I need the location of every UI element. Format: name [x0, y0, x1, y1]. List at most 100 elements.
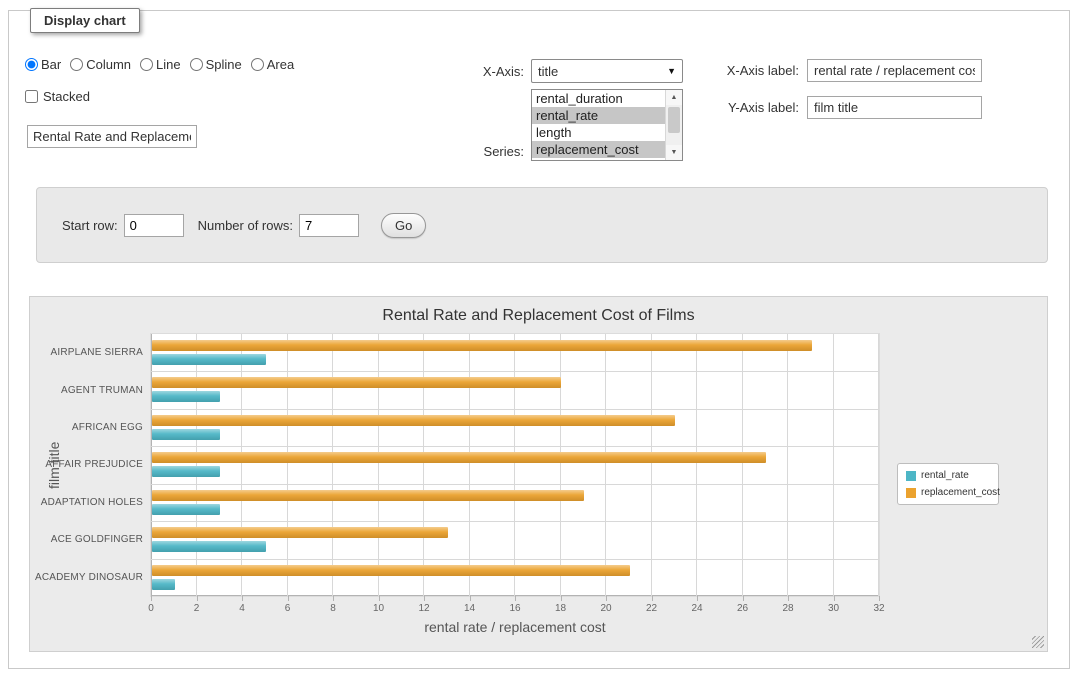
- category-label: AFRICAN EGG: [29, 409, 143, 446]
- x-tick-label: 0: [148, 603, 154, 614]
- bar-rental_rate: [152, 354, 266, 365]
- number-of-rows-label: Number of rows:: [198, 218, 293, 233]
- series-list-label: Series:: [429, 144, 524, 159]
- gridline: [332, 334, 333, 596]
- x-tick-mark: [652, 596, 653, 601]
- chart-container: Rental Rate and Replacement Cost of Film…: [29, 296, 1048, 652]
- gridline: [742, 334, 743, 596]
- gridline: [151, 484, 879, 485]
- x-tick-label: 16: [509, 603, 520, 614]
- chart-title-input[interactable]: [27, 125, 197, 148]
- chart-type-radio-area[interactable]: [251, 58, 264, 71]
- gridline: [605, 334, 606, 596]
- bar-replacement_cost: [152, 415, 675, 426]
- gridline: [833, 334, 834, 596]
- gridline: [287, 334, 288, 596]
- chart-title: Rental Rate and Replacement Cost of Film…: [30, 307, 1047, 325]
- page: Display chart Bar Column Line Spline Area St…: [0, 0, 1081, 681]
- bar-replacement_cost: [152, 340, 812, 351]
- x-tick-mark: [606, 596, 607, 601]
- legend-item-replacement_cost[interactable]: replacement_cost: [906, 487, 990, 498]
- series-option-length[interactable]: length: [532, 124, 665, 141]
- gridline: [560, 334, 561, 596]
- chart-type-option-area[interactable]: Area: [251, 57, 294, 72]
- go-button[interactable]: Go: [381, 213, 426, 238]
- gridline: [878, 334, 879, 596]
- x-tick-label: 8: [330, 603, 336, 614]
- x-tick-label: 6: [285, 603, 291, 614]
- number-of-rows-input[interactable]: [299, 214, 359, 237]
- bar-rental_rate: [152, 391, 220, 402]
- bar-replacement_cost: [152, 452, 766, 463]
- x-tick-label: 22: [646, 603, 657, 614]
- gridline: [378, 334, 379, 596]
- x-tick-label: 18: [555, 603, 566, 614]
- x-tick-label: 24: [691, 603, 702, 614]
- x-axis-label-input[interactable]: [807, 59, 982, 82]
- x-tick-label: 10: [373, 603, 384, 614]
- gridline: [787, 334, 788, 596]
- panel-title: Display chart: [30, 8, 140, 33]
- x-tick-mark: [834, 596, 835, 601]
- x-tick-mark: [743, 596, 744, 601]
- chart-type-option-column[interactable]: Column: [70, 57, 131, 72]
- x-tick-mark: [333, 596, 334, 601]
- y-axis-line: [151, 334, 152, 596]
- bar-rental_rate: [152, 466, 220, 477]
- legend-swatch: [906, 471, 916, 481]
- legend-item-rental_rate[interactable]: rental_rate: [906, 470, 990, 481]
- gridline: [423, 334, 424, 596]
- chart-type-radio-spline[interactable]: [190, 58, 203, 71]
- stacked-row[interactable]: Stacked: [25, 89, 90, 104]
- gridline: [151, 521, 879, 522]
- category-label: ACADEMY DINOSAUR: [29, 559, 143, 596]
- chart-type-option-label: Area: [267, 57, 294, 72]
- y-axis-label-caption: Y-Axis label:: [639, 100, 799, 115]
- chart-type-option-spline[interactable]: Spline: [190, 57, 242, 72]
- bar-replacement_cost: [152, 527, 448, 538]
- x-tick-mark: [879, 596, 880, 601]
- row-range-panel: Start row: Number of rows: Go: [36, 187, 1048, 263]
- bar-replacement_cost: [152, 377, 561, 388]
- x-tick-label: 26: [737, 603, 748, 614]
- chart-type-group: Bar Column Line Spline Area: [25, 57, 303, 72]
- x-tick-mark: [424, 596, 425, 601]
- x-tick-label: 12: [418, 603, 429, 614]
- legend-swatch: [906, 488, 916, 498]
- bar-replacement_cost: [152, 565, 630, 576]
- x-tick-mark: [697, 596, 698, 601]
- bar-rental_rate: [152, 579, 175, 590]
- start-row-input[interactable]: [124, 214, 184, 237]
- series-option-replacement_cost[interactable]: replacement_cost: [532, 141, 665, 158]
- x-tick-label: 14: [464, 603, 475, 614]
- gridline: [469, 334, 470, 596]
- scroll-down-icon[interactable]: ▼: [666, 145, 682, 160]
- bar-rental_rate: [152, 504, 220, 515]
- chart-type-option-label: Spline: [206, 57, 242, 72]
- stacked-checkbox[interactable]: [25, 90, 38, 103]
- y-axis-label-input[interactable]: [807, 96, 982, 119]
- chart-plot-area: 02468101214161820222426283032AIRPLANE SI…: [150, 333, 880, 597]
- x-tick-mark: [561, 596, 562, 601]
- x-tick-mark: [515, 596, 516, 601]
- x-tick-label: 20: [600, 603, 611, 614]
- chart-type-radio-line[interactable]: [140, 58, 153, 71]
- category-label: AGENT TRUMAN: [29, 371, 143, 408]
- x-axis-selected-value: title: [538, 64, 558, 79]
- chart-type-option-bar[interactable]: Bar: [25, 57, 61, 72]
- chart-type-radio-bar[interactable]: [25, 58, 38, 71]
- x-tick-label: 32: [873, 603, 884, 614]
- gridline: [696, 334, 697, 596]
- chart-legend: rental_rate replacement_cost: [897, 463, 999, 505]
- category-label: ACE GOLDFINGER: [29, 521, 143, 558]
- x-tick-mark: [788, 596, 789, 601]
- chart-type-radio-column[interactable]: [70, 58, 83, 71]
- resize-handle-icon[interactable]: [1032, 636, 1044, 648]
- chart-type-option-line[interactable]: Line: [140, 57, 181, 72]
- x-tick-mark: [197, 596, 198, 601]
- start-row-label: Start row:: [62, 218, 118, 233]
- x-tick-mark: [288, 596, 289, 601]
- chart-type-option-label: Line: [156, 57, 181, 72]
- x-axis-select-label: X-Axis:: [429, 64, 524, 79]
- gridline: [151, 559, 879, 560]
